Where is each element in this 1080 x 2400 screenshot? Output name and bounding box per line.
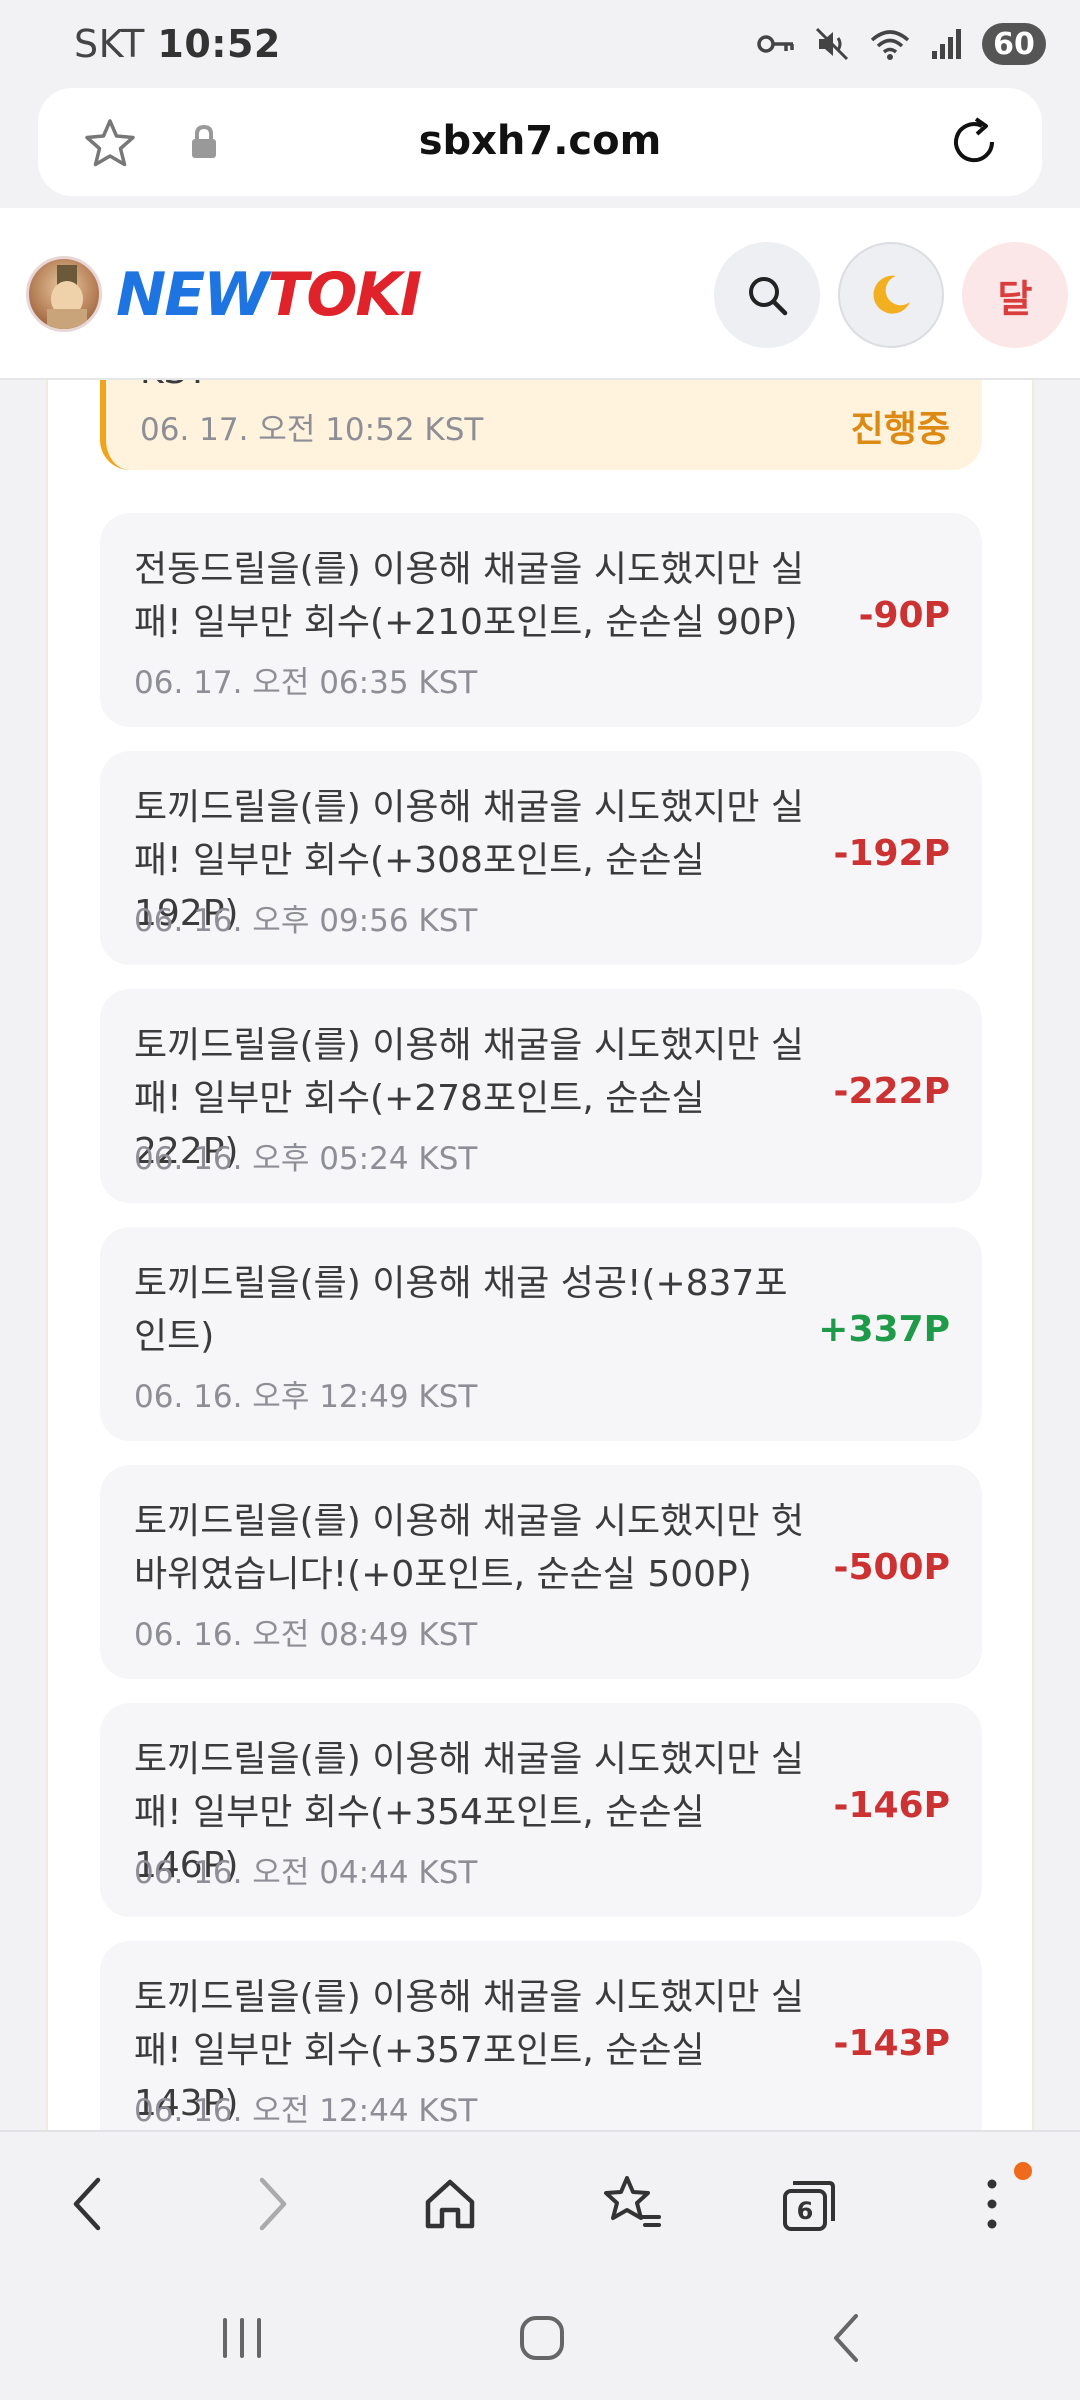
logo-avatar[interactable] bbox=[26, 256, 102, 332]
active-mining-entry: 채굴 진행 중 · 완료 06. 17. 오후 02:52 KST 06. 17… bbox=[100, 380, 982, 470]
back-chevron-icon bbox=[834, 2314, 858, 2362]
site-header: NEWTOKI 달 bbox=[0, 208, 1080, 380]
status-icons: 60 bbox=[756, 20, 1046, 68]
forward-icon bbox=[259, 2177, 287, 2231]
list-item: 토끼드릴을(를) 이용해 채굴을 시도했지만 실패! 일부만 회수(+278포인… bbox=[100, 989, 982, 1203]
dal-button[interactable]: 달 bbox=[962, 242, 1068, 348]
bookmarks-button[interactable] bbox=[590, 2162, 674, 2246]
forward-button[interactable] bbox=[230, 2162, 314, 2246]
list-item: 토끼드릴을(를) 이용해 채굴 성공!(+837포인트) 06. 16. 오후 … bbox=[100, 1227, 982, 1441]
entry-date: 06. 17. 오전 10:52 KST bbox=[140, 412, 484, 448]
home-button[interactable] bbox=[408, 2162, 492, 2246]
system-navigation-bar bbox=[0, 2272, 1080, 2400]
theme-toggle-button[interactable] bbox=[838, 242, 944, 348]
bookmarks-icon bbox=[604, 2176, 661, 2227]
entry-delta: -500P bbox=[833, 1547, 950, 1588]
home-circle-icon bbox=[520, 2316, 564, 2360]
recents-icon bbox=[223, 2318, 261, 2358]
notification-dot bbox=[1014, 2162, 1032, 2180]
list-item: 토끼드릴을(를) 이용해 채굴을 시도했지만 헛바위였습니다!(+0포인트, 순… bbox=[100, 1465, 982, 1679]
more-icon bbox=[987, 2179, 997, 2229]
logo-new: NEW bbox=[116, 260, 269, 330]
entry-text: 토끼드릴을(를) 이용해 채굴을 시도했지만 헛바위였습니다!(+0포인트, 순… bbox=[134, 1501, 805, 1595]
entry-date: 06. 16. 오후 05:24 KST bbox=[134, 1141, 478, 1177]
clock: 10:52 bbox=[157, 22, 281, 66]
list-item: 토끼드릴을(를) 이용해 채굴을 시도했지만 실패! 일부만 회수(+308포인… bbox=[100, 751, 982, 965]
url-bar[interactable]: sbxh7.com bbox=[38, 88, 1042, 196]
entry-text: 전동드릴을(를) 이용해 채굴을 시도했지만 실패! 일부만 회수(+210포인… bbox=[134, 549, 805, 643]
back-icon bbox=[73, 2177, 101, 2231]
browser-toolbar: 6 bbox=[0, 2130, 1080, 2272]
signal-icon bbox=[932, 29, 961, 59]
status-badge: 진행중 bbox=[850, 409, 950, 450]
list-item: 토끼드릴을(를) 이용해 채굴을 시도했지만 실패! 일부만 회수(+357포인… bbox=[100, 1941, 982, 2130]
mute-icon bbox=[815, 27, 849, 61]
entry-delta: +337P bbox=[818, 1309, 950, 1350]
entry-date: 06. 16. 오전 12:44 KST bbox=[134, 2093, 478, 2129]
mining-history-list: 채굴 진행 중 · 완료 06. 17. 오후 02:52 KST 06. 17… bbox=[46, 380, 1034, 2130]
url-text[interactable]: sbxh7.com bbox=[38, 118, 1042, 164]
back-button[interactable] bbox=[46, 2162, 130, 2246]
key-icon bbox=[757, 35, 794, 53]
entry-delta: -90P bbox=[858, 595, 950, 636]
entry-delta: -222P bbox=[833, 1071, 950, 1112]
moon-icon bbox=[873, 275, 910, 314]
entry-delta: -146P bbox=[833, 1785, 950, 1826]
logo-toki: TOKI bbox=[267, 260, 422, 330]
wifi-icon bbox=[870, 30, 910, 60]
entry-date: 06. 16. 오전 08:49 KST bbox=[134, 1617, 478, 1653]
status-bar: SKT 10:52 60 bbox=[0, 0, 1080, 88]
tabs-button[interactable]: 6 bbox=[768, 2162, 852, 2246]
tabs-icon: 6 bbox=[783, 2181, 835, 2231]
home-icon bbox=[425, 2179, 475, 2229]
system-home-button[interactable] bbox=[502, 2298, 582, 2378]
status-time-group: SKT 10:52 bbox=[74, 22, 281, 66]
search-button[interactable] bbox=[714, 242, 820, 348]
list-item: 토끼드릴을(를) 이용해 채굴을 시도했지만 실패! 일부만 회수(+354포인… bbox=[100, 1703, 982, 1917]
entry-date: 06. 16. 오후 09:56 KST bbox=[134, 903, 478, 939]
site-logo[interactable]: NEWTOKI bbox=[116, 260, 422, 330]
entry-date: 06. 16. 오전 04:44 KST bbox=[134, 1855, 478, 1891]
system-back-button[interactable] bbox=[806, 2298, 886, 2378]
battery-indicator: 60 bbox=[982, 23, 1046, 65]
entry-delta: -143P bbox=[833, 2023, 950, 2064]
entry-date: 06. 16. 오후 12:49 KST bbox=[134, 1379, 478, 1415]
carrier: SKT bbox=[74, 22, 145, 66]
entry-text: 토끼드릴을(를) 이용해 채굴 성공!(+837포인트) bbox=[134, 1263, 788, 1357]
search-icon bbox=[749, 277, 788, 316]
entry-delta: -192P bbox=[833, 833, 950, 874]
entry-date: 06. 17. 오전 06:35 KST bbox=[134, 665, 478, 701]
recents-button[interactable] bbox=[202, 2298, 282, 2378]
tab-count: 6 bbox=[797, 2197, 814, 2225]
entry-text: 채굴 진행 중 · 완료 06. 17. 오후 02:52 KST bbox=[140, 380, 820, 398]
list-item: 전동드릴을(를) 이용해 채굴을 시도했지만 실패! 일부만 회수(+210포인… bbox=[100, 513, 982, 727]
reload-icon[interactable] bbox=[946, 114, 1002, 170]
avatar-art bbox=[47, 265, 87, 329]
